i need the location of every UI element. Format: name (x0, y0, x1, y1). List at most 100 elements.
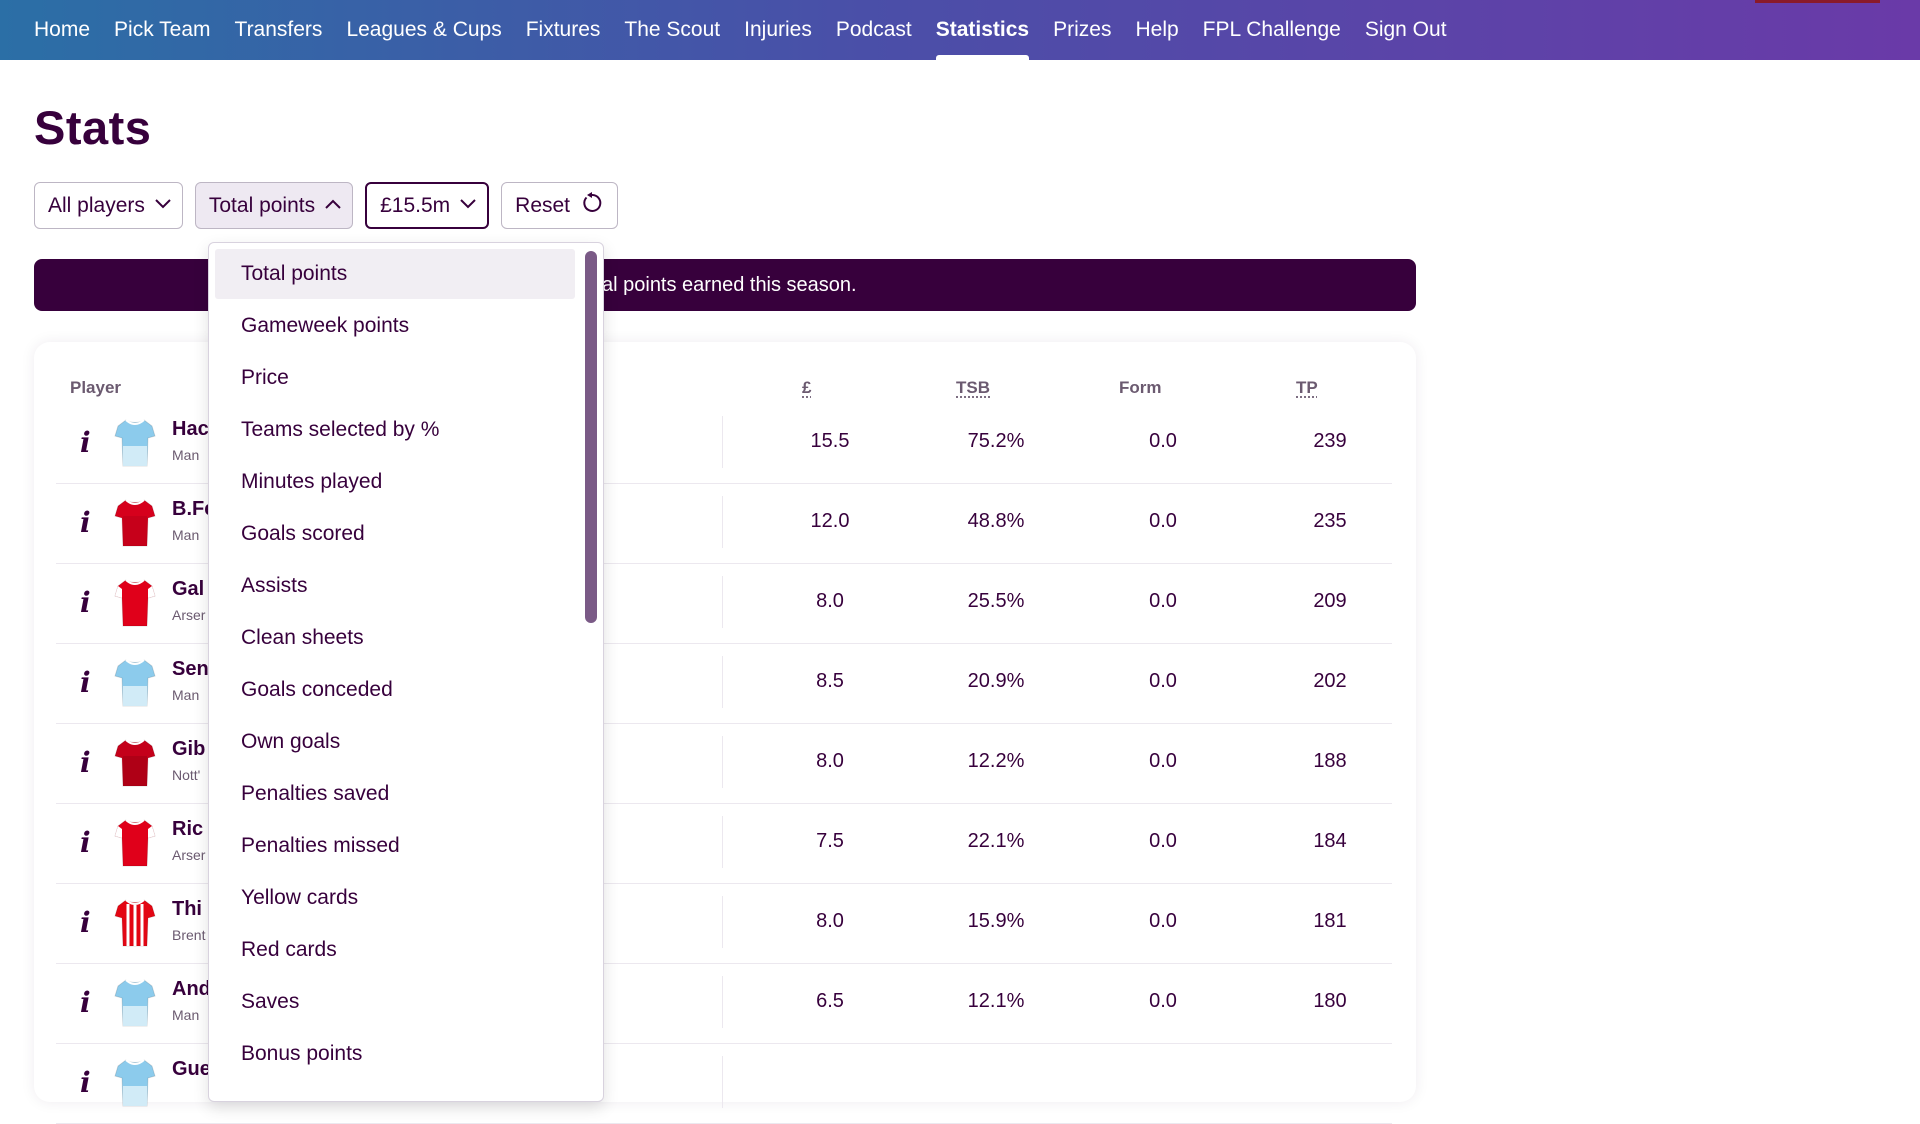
player-team: Man (172, 1007, 200, 1023)
sort-option-red-cards[interactable]: Red cards (215, 925, 575, 975)
player-info-icon[interactable]: i (80, 1066, 91, 1099)
sort-option-total-points[interactable]: Total points (215, 249, 575, 299)
player-team: Brent (172, 927, 206, 943)
sort-by-button[interactable]: Total points (194, 182, 354, 229)
top-navigation: Home Pick Team Transfers Leagues & Cups Fixt… (0, 0, 1920, 60)
sort-option-own-goals[interactable]: Own goals (215, 717, 575, 767)
chevron-down-icon (460, 198, 476, 213)
nav-item-fixtures[interactable]: Fixtures (514, 0, 613, 60)
player-name: Hac (172, 418, 209, 440)
players-filter-button[interactable]: All players (34, 182, 183, 229)
player-info-icon[interactable]: i (80, 906, 91, 939)
player-team: Man (172, 687, 200, 703)
sort-by-label: Total points (208, 193, 316, 217)
max-price-button[interactable]: £15.5m (365, 182, 490, 229)
header-accent (1755, 0, 1880, 3)
player-name: Gib (172, 738, 206, 760)
cell-tsb: 25.5% (967, 590, 1025, 612)
dropdown-scrollbar[interactable] (585, 251, 597, 623)
cell-tp: 235 (1313, 510, 1347, 532)
column-divider (722, 976, 723, 1028)
nav-item-statistics[interactable]: Statistics (924, 0, 1041, 60)
header-price[interactable]: £ (802, 378, 811, 398)
sort-option-goals-scored[interactable]: Goals scored (215, 509, 575, 559)
cell-tp: 209 (1313, 590, 1347, 612)
reset-button[interactable]: Reset (501, 182, 619, 229)
player-info-icon[interactable]: i (80, 986, 91, 1019)
player-name: Ric (172, 818, 204, 840)
sort-option-assists[interactable]: Assists (215, 561, 575, 611)
sort-option-teams-selected-by[interactable]: Teams selected by % (215, 405, 575, 455)
cell-form: 0.0 (1149, 750, 1177, 772)
cell-price: 12.0 (810, 510, 850, 532)
sort-option-gameweek-points[interactable]: Gameweek points (215, 301, 575, 351)
sort-option-bonus-points[interactable]: Bonus points (215, 1029, 575, 1079)
nav-item-transfers[interactable]: Transfers (223, 0, 335, 60)
cell-tp: 181 (1313, 910, 1347, 932)
cell-price: 8.0 (816, 750, 844, 772)
cell-tp: 188 (1313, 750, 1347, 772)
cell-tsb: 75.2% (967, 430, 1025, 452)
player-team: Man (172, 527, 200, 543)
sort-option-penalties-saved[interactable]: Penalties saved (215, 769, 575, 819)
sort-option-yellow-cards[interactable]: Yellow cards (215, 873, 575, 923)
chevron-up-icon (325, 199, 341, 213)
sort-option-goals-conceded[interactable]: Goals conceded (215, 665, 575, 715)
cell-form: 0.0 (1149, 910, 1177, 932)
column-divider (722, 736, 723, 788)
nav-item-prizes[interactable]: Prizes (1041, 0, 1123, 60)
cell-price: 8.0 (816, 910, 844, 932)
player-info-icon[interactable]: i (80, 586, 91, 619)
sort-option-saves[interactable]: Saves (215, 977, 575, 1027)
header-tsb[interactable]: TSB (956, 378, 990, 398)
cell-tsb: 12.2% (967, 750, 1025, 772)
player-info-icon[interactable]: i (80, 826, 91, 859)
column-divider (722, 576, 723, 628)
column-divider (722, 896, 723, 948)
nav-item-injuries[interactable]: Injuries (732, 0, 824, 60)
cell-tsb: 15.9% (967, 910, 1025, 932)
nav-item-home[interactable]: Home (34, 0, 102, 60)
player-team: Man (172, 447, 200, 463)
nav-item-podcast[interactable]: Podcast (824, 0, 924, 60)
header-form[interactable]: Form (1119, 378, 1162, 398)
nav-item-help[interactable]: Help (1123, 0, 1190, 60)
column-divider (722, 656, 723, 708)
cell-tp: 184 (1313, 830, 1347, 852)
cell-tp: 180 (1313, 990, 1347, 1012)
column-divider (722, 496, 723, 548)
player-name: Thi (172, 898, 202, 920)
sort-option-price[interactable]: Price (215, 353, 575, 403)
team-shirt-icon (114, 816, 156, 868)
filter-bar: All players Total points £15.5m Reset (34, 182, 619, 229)
nav-item-leagues-cups[interactable]: Leagues & Cups (334, 0, 513, 60)
sort-option-penalties-missed[interactable]: Penalties missed (215, 821, 575, 871)
player-team: Arser (172, 847, 206, 863)
nav-item-sign-out[interactable]: Sign Out (1353, 0, 1459, 60)
team-shirt-icon (114, 736, 156, 788)
sort-option-minutes-played[interactable]: Minutes played (215, 457, 575, 507)
player-name: B.Fe (172, 498, 212, 520)
chevron-down-icon (155, 198, 171, 213)
player-info-icon[interactable]: i (80, 666, 91, 699)
player-info-icon[interactable]: i (80, 506, 91, 539)
nav-item-the-scout[interactable]: The Scout (612, 0, 732, 60)
player-info-icon[interactable]: i (80, 746, 91, 779)
reset-label: Reset (515, 193, 571, 217)
player-info-icon[interactable]: i (80, 426, 91, 459)
player-name: Gal (172, 578, 205, 600)
player-team: Arser (172, 607, 206, 623)
team-shirt-icon (114, 576, 156, 628)
cell-tsb: 20.9% (967, 670, 1025, 692)
cell-price: 15.5 (810, 430, 850, 452)
cell-form: 0.0 (1149, 990, 1177, 1012)
column-divider (722, 816, 723, 868)
nav-item-fpl-challenge[interactable]: FPL Challenge (1191, 0, 1353, 60)
team-shirt-icon (114, 496, 156, 548)
cell-form: 0.0 (1149, 830, 1177, 852)
nav-item-pick-team[interactable]: Pick Team (102, 0, 222, 60)
team-shirt-icon (114, 976, 156, 1028)
sort-option-clean-sheets[interactable]: Clean sheets (215, 613, 575, 663)
cell-price: 7.5 (816, 830, 844, 852)
header-total-points[interactable]: TP (1296, 378, 1318, 398)
